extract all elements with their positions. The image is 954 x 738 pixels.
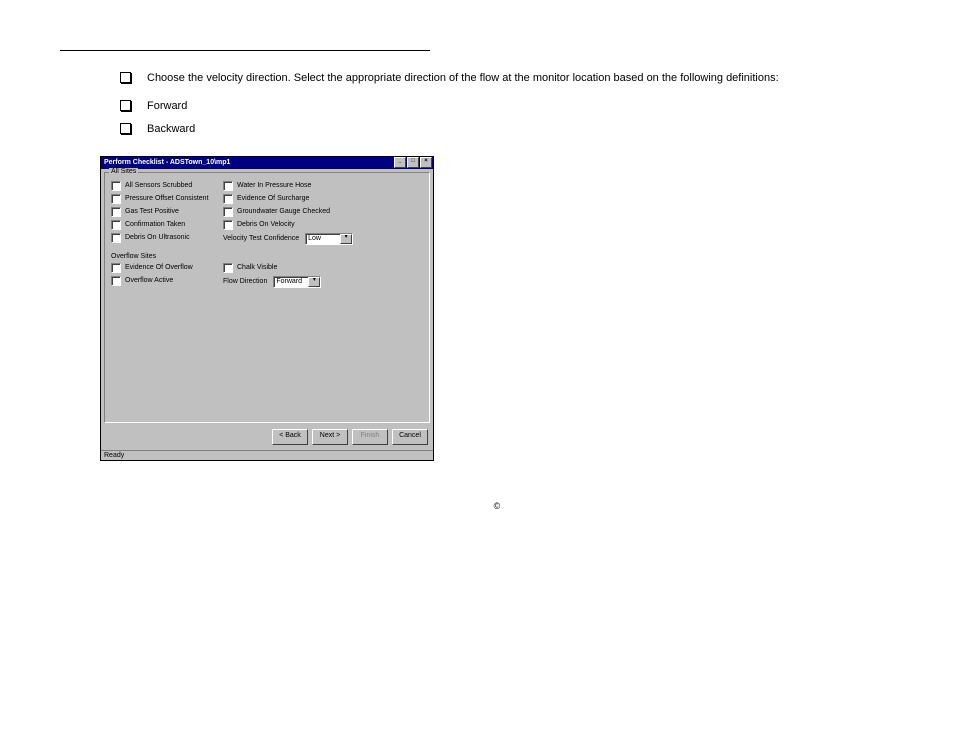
perform-checklist-window: Perform Checklist - ADSTown_10\mp1 _ □ ×…	[100, 156, 434, 461]
maximize-button[interactable]: □	[407, 157, 419, 168]
list-item: Backward	[120, 122, 894, 136]
status-text: Ready	[104, 452, 124, 459]
footer: ©	[100, 501, 894, 511]
checkbox-icon	[120, 72, 131, 83]
flow-direction-label: Flow Direction	[223, 278, 267, 285]
checkbox-icon	[111, 263, 121, 273]
top-rule	[60, 50, 430, 51]
group-label: All Sites	[109, 168, 138, 175]
checkbox-icon	[223, 194, 233, 204]
copyright-symbol: ©	[494, 501, 501, 511]
wizard-buttons: < Back Next > Finish Cancel	[104, 425, 430, 447]
back-button[interactable]: < Back	[272, 429, 308, 445]
checkbox-gas-test[interactable]: Gas Test Positive	[111, 207, 211, 217]
checkbox-overflow-active[interactable]: Overflow Active	[111, 276, 211, 286]
list-item-text: Forward	[147, 99, 894, 113]
checkbox-icon	[111, 194, 121, 204]
all-sites-group: All Sites All Sensors Scrubbed Pressure …	[104, 172, 430, 423]
checkbox-all-sensors-scrubbed[interactable]: All Sensors Scrubbed	[111, 181, 211, 191]
velocity-test-row: Velocity Test Confidence Low ▾	[223, 233, 353, 245]
checkbox-icon	[111, 181, 121, 191]
overflow-sites-label: Overflow Sites	[111, 253, 423, 260]
list-item: Forward	[120, 99, 894, 113]
next-button[interactable]: Next >	[312, 429, 348, 445]
checkbox-evidence-overflow[interactable]: Evidence Of Overflow	[111, 263, 211, 273]
checkbox-icon	[120, 100, 131, 111]
checkbox-icon	[111, 233, 121, 243]
checkbox-groundwater-gauge[interactable]: Groundwater Gauge Checked	[223, 207, 353, 217]
checkbox-chalk-visible[interactable]: Chalk Visible	[223, 263, 321, 273]
checkbox-icon	[120, 123, 131, 134]
velocity-test-combo[interactable]: Low ▾	[305, 233, 353, 245]
title-bar: Perform Checklist - ADSTown_10\mp1 _ □ ×	[101, 157, 433, 169]
checkbox-icon	[223, 263, 233, 273]
chevron-down-icon: ▾	[308, 277, 320, 287]
list-item-text: Choose the velocity direction. Select th…	[147, 71, 894, 85]
checkbox-water-pressure-hose[interactable]: Water In Pressure Hose	[223, 181, 353, 191]
flow-direction-combo[interactable]: Forward ▾	[273, 276, 321, 288]
status-bar: Ready	[101, 450, 433, 460]
instruction-list: Choose the velocity direction. Select th…	[120, 71, 894, 136]
chevron-down-icon: ▾	[340, 234, 352, 244]
minimize-button[interactable]: _	[394, 157, 406, 168]
checkbox-icon	[111, 207, 121, 217]
checkbox-icon	[223, 220, 233, 230]
list-item: Choose the velocity direction. Select th…	[120, 71, 894, 85]
cancel-button[interactable]: Cancel	[392, 429, 428, 445]
checkbox-evidence-surcharge[interactable]: Evidence Of Surcharge	[223, 194, 353, 204]
checkbox-icon	[111, 276, 121, 286]
checkbox-icon	[223, 207, 233, 217]
checkbox-debris-velocity[interactable]: Debris On Velocity	[223, 220, 353, 230]
checkbox-icon	[223, 181, 233, 191]
finish-button: Finish	[352, 429, 388, 445]
list-item-text: Backward	[147, 122, 894, 136]
checkbox-pressure-offset[interactable]: Pressure Offset Consistent	[111, 194, 211, 204]
checkbox-confirmation-taken[interactable]: Confirmation Taken	[111, 220, 211, 230]
window-title: Perform Checklist - ADSTown_10\mp1	[104, 159, 230, 166]
flow-direction-row: Flow Direction Forward ▾	[223, 276, 321, 288]
velocity-test-label: Velocity Test Confidence	[223, 235, 299, 242]
checkbox-icon	[111, 220, 121, 230]
close-button[interactable]: ×	[420, 157, 432, 168]
checkbox-debris-ultrasonic[interactable]: Debris On Ultrasonic	[111, 233, 211, 243]
